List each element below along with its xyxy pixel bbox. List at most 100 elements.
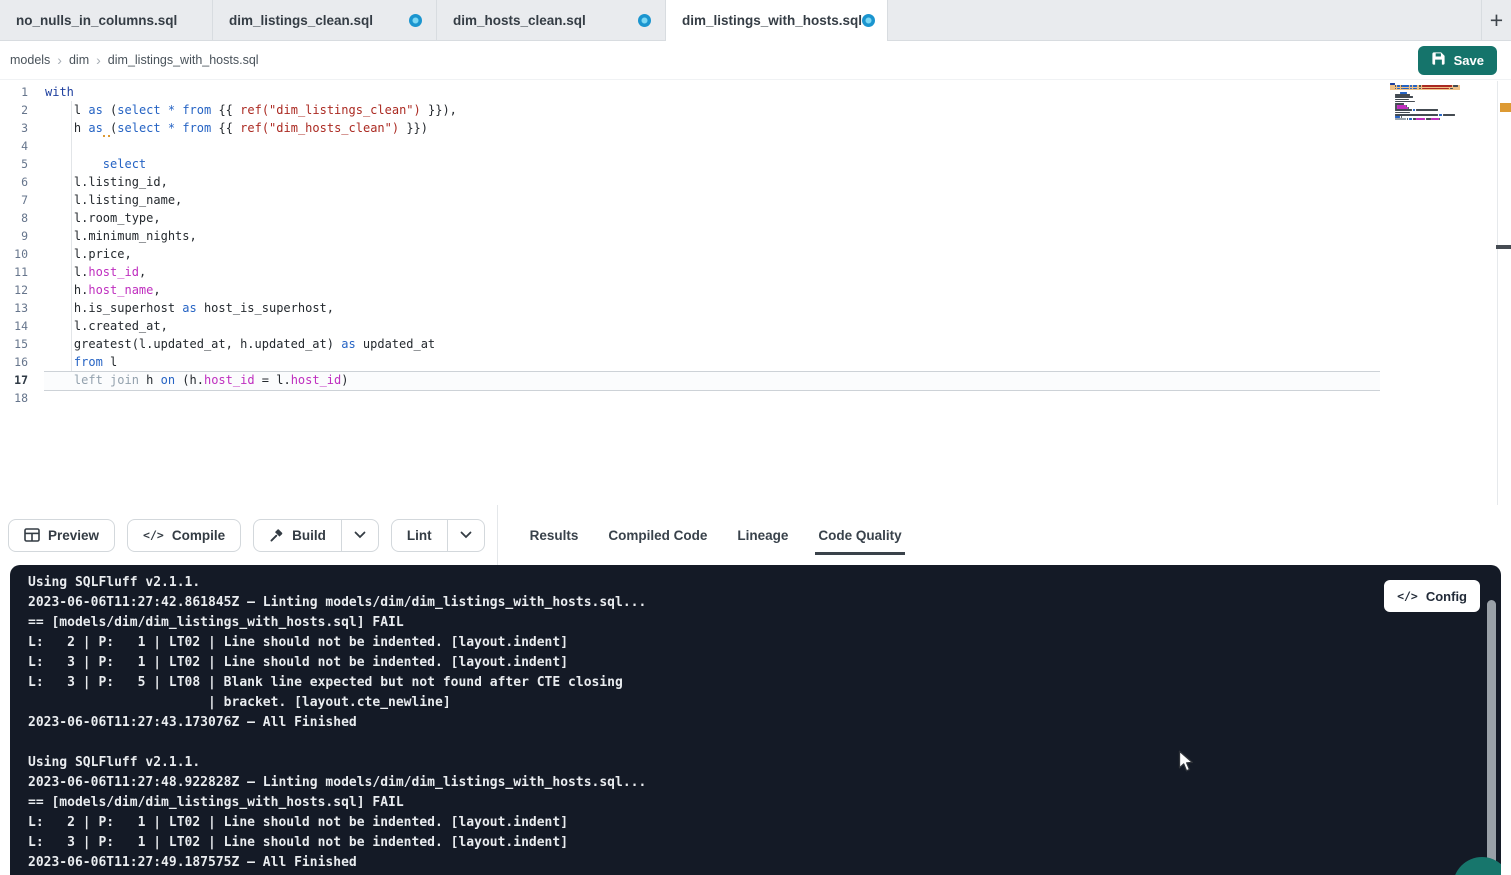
breadcrumb-separator-icon: › bbox=[96, 52, 101, 68]
unsaved-indicator-icon[interactable] bbox=[862, 14, 875, 27]
code-line[interactable]: 1with bbox=[0, 83, 1511, 101]
minimap[interactable] bbox=[1390, 83, 1460, 122]
breadcrumb-separator-icon: › bbox=[57, 52, 62, 68]
line-number: 9 bbox=[0, 227, 45, 245]
build-button[interactable]: Build bbox=[253, 519, 342, 552]
line-number: 14 bbox=[0, 317, 45, 335]
line-number: 11 bbox=[0, 263, 45, 281]
code-line[interactable]: 2 l as (select * from {{ ref("dim_listin… bbox=[0, 101, 1511, 119]
terminal-output[interactable]: Using SQLFluff v2.1.1. 2023-06-06T11:27:… bbox=[28, 573, 646, 873]
floppy-icon bbox=[1431, 51, 1446, 69]
code-line[interactable]: 10 l.price, bbox=[0, 245, 1511, 263]
chevron-down-icon bbox=[460, 531, 472, 539]
line-number: 5 bbox=[0, 155, 45, 173]
code-line[interactable]: 13 h.is_superhost as host_is_superhost, bbox=[0, 299, 1511, 317]
code-line-text: l.created_at, bbox=[45, 317, 168, 335]
code-line-text: l.room_type, bbox=[45, 209, 161, 227]
file-tab[interactable]: no_nulls_in_columns.sql bbox=[0, 0, 213, 40]
overview-ruler-divider bbox=[1497, 81, 1498, 505]
help-bubble-button[interactable] bbox=[1453, 857, 1501, 875]
save-button[interactable]: Save bbox=[1418, 46, 1497, 75]
code-line[interactable]: 11 l.host_id, bbox=[0, 263, 1511, 281]
code-line-text: greatest(l.updated_at, h.updated_at) as … bbox=[45, 335, 435, 353]
breadcrumb-item[interactable]: dim_listings_with_hosts.sql bbox=[108, 53, 259, 67]
save-button-label: Save bbox=[1454, 53, 1484, 68]
result-tab-compiled-code[interactable]: Compiled Code bbox=[608, 505, 707, 565]
tab-bar: no_nulls_in_columns.sql dim_listings_clea… bbox=[0, 0, 1511, 41]
table-icon bbox=[24, 528, 40, 542]
code-line[interactable]: 16 from l bbox=[0, 353, 1511, 371]
line-number: 3 bbox=[0, 119, 45, 137]
config-button[interactable]: </> Config bbox=[1384, 580, 1480, 612]
button-label: Preview bbox=[48, 528, 99, 543]
code-line-text: l.price, bbox=[45, 245, 132, 263]
file-tab[interactable]: dim_listings_clean.sql bbox=[213, 0, 437, 40]
line-number: 8 bbox=[0, 209, 45, 227]
line-number: 6 bbox=[0, 173, 45, 191]
button-label: Build bbox=[292, 528, 326, 543]
line-number: 10 bbox=[0, 245, 45, 263]
code-line[interactable]: 17 left join h on (h.host_id = l.host_id… bbox=[0, 371, 1511, 389]
file-tab[interactable]: dim_listings_with_hosts.sql bbox=[666, 0, 888, 40]
code-line[interactable]: 18 bbox=[0, 389, 1511, 407]
button-label: Compile bbox=[172, 528, 225, 543]
overview-ruler-warning-marker bbox=[1500, 103, 1511, 112]
terminal-panel: Using SQLFluff v2.1.1. 2023-06-06T11:27:… bbox=[10, 565, 1501, 875]
build-dropdown-button[interactable] bbox=[341, 519, 379, 552]
dbt-ide-window: no_nulls_in_columns.sql dim_listings_clea… bbox=[0, 0, 1511, 875]
file-tab-label: dim_hosts_clean.sql bbox=[453, 13, 586, 28]
code-line[interactable]: 14 l.created_at, bbox=[0, 317, 1511, 335]
code-line[interactable]: 15 greatest(l.updated_at, h.updated_at) … bbox=[0, 335, 1511, 353]
unsaved-indicator-icon[interactable] bbox=[638, 14, 651, 27]
button-label: Lint bbox=[407, 528, 432, 543]
code-line-text: h.is_superhost as host_is_superhost, bbox=[45, 299, 334, 317]
breadcrumb: models › dim › dim_listings_with_hosts.sql bbox=[10, 52, 259, 68]
code-line-text: h.host_name, bbox=[45, 281, 161, 299]
code-line[interactable]: 12 h.host_name, bbox=[0, 281, 1511, 299]
code-line-text: with bbox=[45, 83, 74, 101]
file-tab-label: dim_listings_clean.sql bbox=[229, 13, 373, 28]
line-number: 15 bbox=[0, 335, 45, 353]
result-tabs: Results Compiled Code Lineage Code Quality bbox=[530, 505, 932, 565]
code-lines: 1with2 l as (select * from {{ ref("dim_l… bbox=[0, 83, 1511, 407]
toolbar-divider bbox=[497, 505, 498, 565]
terminal-scrollbar-thumb[interactable] bbox=[1487, 600, 1496, 875]
breadcrumb-item[interactable]: models bbox=[10, 53, 50, 67]
result-tab-results[interactable]: Results bbox=[530, 505, 579, 565]
hammer-icon bbox=[269, 528, 284, 543]
code-line-text: l as (select * from {{ ref("dim_listings… bbox=[45, 101, 457, 119]
config-button-label: Config bbox=[1426, 589, 1467, 604]
code-line-text: l.host_id, bbox=[45, 263, 146, 281]
unsaved-indicator-icon[interactable] bbox=[409, 14, 422, 27]
code-line-text: l.minimum_nights, bbox=[45, 227, 197, 245]
result-tab-lineage[interactable]: Lineage bbox=[737, 505, 788, 565]
code-line[interactable]: 8 l.room_type, bbox=[0, 209, 1511, 227]
line-number: 2 bbox=[0, 101, 45, 119]
line-number: 4 bbox=[0, 137, 45, 155]
result-tab-code-quality[interactable]: Code Quality bbox=[818, 505, 901, 565]
code-line[interactable]: 7 l.listing_name, bbox=[0, 191, 1511, 209]
line-number: 12 bbox=[0, 281, 45, 299]
code-icon: </> bbox=[1397, 589, 1418, 603]
code-line[interactable]: 9 l.minimum_nights, bbox=[0, 227, 1511, 245]
line-number: 16 bbox=[0, 353, 45, 371]
new-tab-button[interactable]: + bbox=[1481, 0, 1511, 40]
file-tab-label: dim_listings_with_hosts.sql bbox=[682, 13, 862, 28]
code-line[interactable]: 6 l.listing_id, bbox=[0, 173, 1511, 191]
code-line-text: h as (select * from {{ ref("dim_hosts_cl… bbox=[45, 119, 428, 137]
code-line[interactable]: 5 select bbox=[0, 155, 1511, 173]
breadcrumb-item[interactable]: dim bbox=[69, 53, 89, 67]
code-line-text: l.listing_name, bbox=[45, 191, 182, 209]
file-tab[interactable]: dim_hosts_clean.sql bbox=[437, 0, 666, 40]
line-number: 1 bbox=[0, 83, 45, 101]
code-line[interactable]: 4 bbox=[0, 137, 1511, 155]
code-line-text: left join h on (h.host_id = l.host_id) bbox=[45, 371, 349, 389]
line-number: 13 bbox=[0, 299, 45, 317]
preview-button[interactable]: Preview bbox=[8, 519, 115, 552]
code-editor[interactable]: 1with2 l as (select * from {{ ref("dim_l… bbox=[0, 81, 1511, 505]
lint-dropdown-button[interactable] bbox=[447, 519, 485, 552]
lint-button[interactable]: Lint bbox=[391, 519, 448, 552]
code-line[interactable]: 3 h as (select * from {{ ref("dim_hosts_… bbox=[0, 119, 1511, 137]
compile-button[interactable]: </>Compile bbox=[127, 519, 241, 552]
tab-bar-tabs: no_nulls_in_columns.sql dim_listings_clea… bbox=[0, 0, 888, 40]
